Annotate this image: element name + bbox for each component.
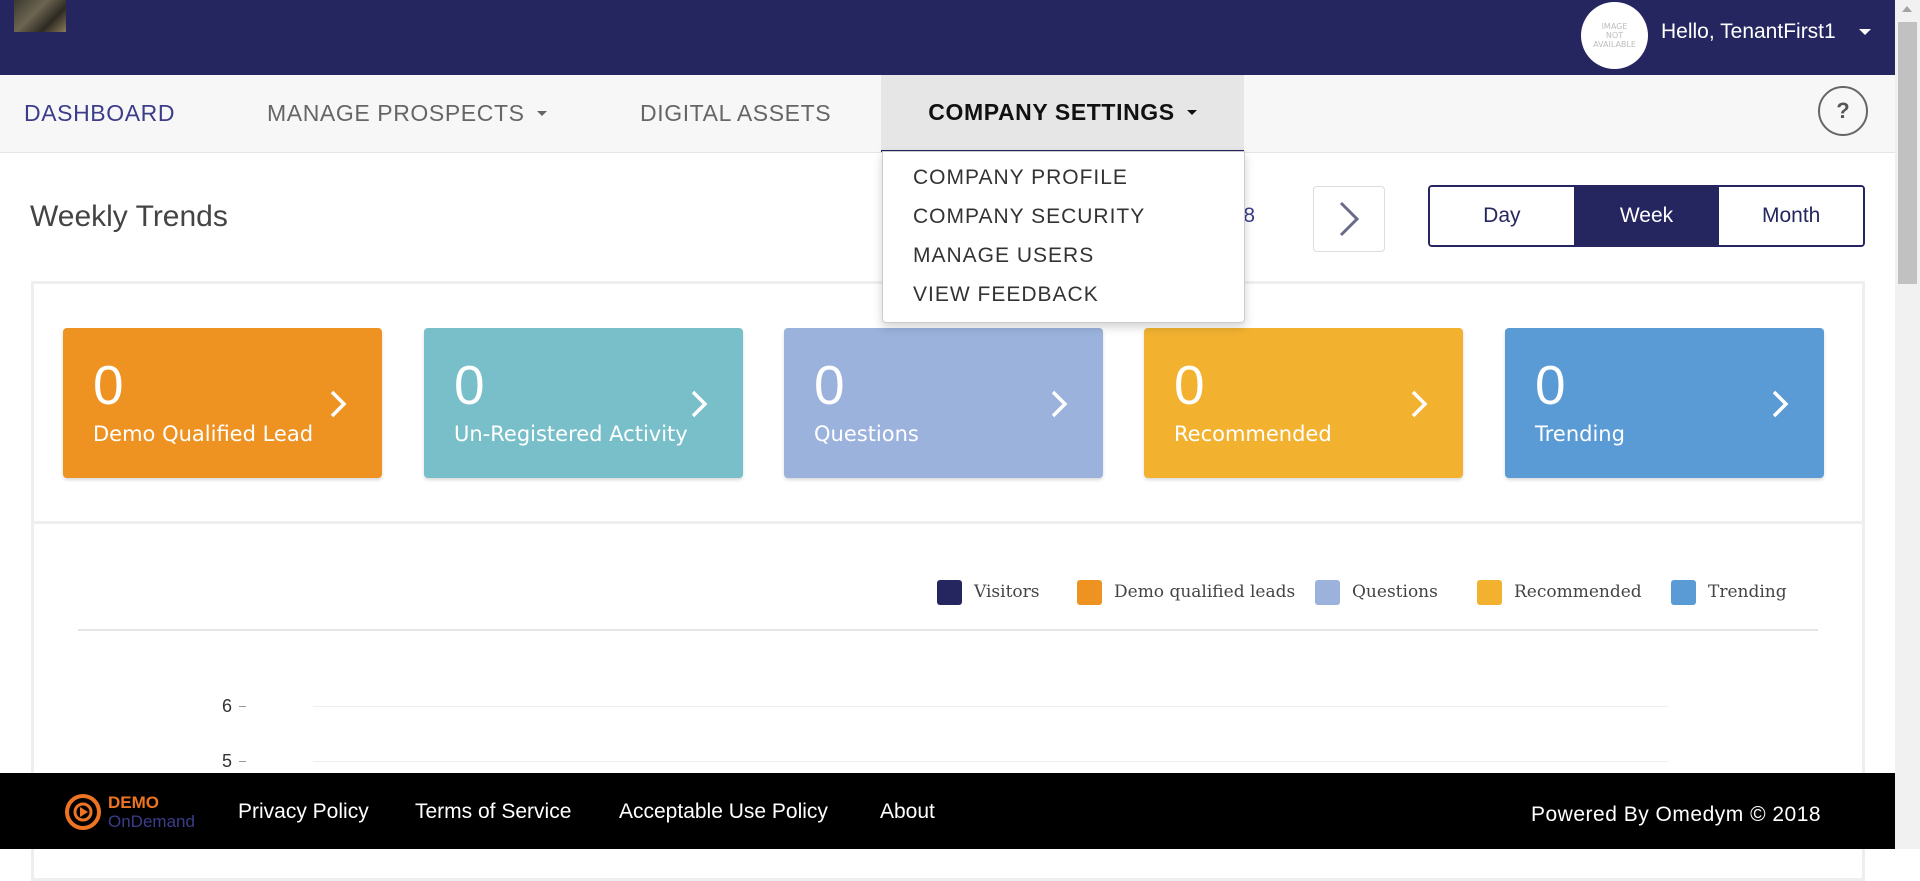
chevron-down-icon (1186, 110, 1197, 115)
chart-gridline (313, 761, 1668, 762)
footer-logo-text: DEMO OnDemand (108, 793, 195, 831)
avatar[interactable]: IMAGE NOT AVAILABLE (1581, 2, 1648, 69)
chevron-right-icon (1411, 390, 1428, 418)
user-menu-toggle[interactable]: Hello, TenantFirst1 (1661, 20, 1836, 44)
nav-manage-prospects-label: MANAGE PROSPECTS (267, 100, 525, 126)
menu-item-company-profile[interactable]: COMPANY PROFILE (913, 166, 1128, 190)
card-label: Questions (814, 422, 919, 446)
legend-swatch (937, 579, 962, 605)
period-week-button[interactable]: Week (1574, 187, 1720, 245)
page-title: Weekly Trends (30, 200, 228, 233)
legend-item-recommended[interactable]: Recommended (1477, 579, 1642, 605)
chevron-right-icon (1051, 390, 1068, 418)
main-nav: DASHBOARD MANAGE PROSPECTS DIGITAL ASSET… (0, 75, 1895, 153)
chevron-down-icon[interactable] (1859, 29, 1871, 35)
top-bar: IMAGE NOT AVAILABLE Hello, TenantFirst1 (0, 0, 1895, 75)
period-day-button[interactable]: Day (1430, 187, 1575, 245)
card-count: 0 (1535, 354, 1566, 416)
nav-dashboard-label: DASHBOARD (24, 100, 176, 126)
card-label: Trending (1535, 422, 1625, 446)
avatar-placeholder-text: IMAGE NOT AVAILABLE (1593, 22, 1636, 49)
nav-digital-assets[interactable]: DIGITAL ASSETS (640, 75, 831, 152)
legend-item-visitors[interactable]: Visitors (937, 579, 1040, 605)
footer-logo[interactable]: DEMO OnDemand (64, 793, 195, 831)
footer-link-about[interactable]: About (880, 800, 935, 824)
section-divider (34, 521, 1862, 524)
next-period-button[interactable] (1313, 186, 1385, 252)
legend-swatch (1477, 579, 1502, 605)
card-count: 0 (1174, 354, 1205, 416)
card-recommended[interactable]: 0 Recommended (1144, 328, 1463, 478)
demo-ondemand-logo-icon (65, 794, 101, 830)
card-questions[interactable]: 0 Questions (784, 328, 1103, 478)
card-label: Recommended (1174, 422, 1332, 446)
menu-item-manage-users[interactable]: MANAGE USERS (913, 244, 1094, 268)
legend-label: Demo qualified leads (1114, 582, 1296, 602)
card-count: 0 (454, 354, 485, 416)
y-axis-tick-label: 6 (222, 696, 233, 716)
menu-item-view-feedback[interactable]: VIEW FEEDBACK (913, 283, 1099, 307)
footer-link-acceptable-use[interactable]: Acceptable Use Policy (619, 800, 828, 824)
card-label: Demo Qualified Lead (93, 422, 314, 446)
legend-swatch (1315, 579, 1340, 605)
scroll-up-arrow-icon[interactable] (1902, 6, 1912, 12)
period-month-button[interactable]: Month (1719, 187, 1863, 245)
chevron-down-icon (536, 111, 547, 116)
card-count: 0 (814, 354, 845, 416)
nav-company-settings-label: COMPANY SETTINGS (928, 99, 1175, 125)
menu-item-company-security[interactable]: COMPANY SECURITY (913, 205, 1145, 229)
footer-link-privacy[interactable]: Privacy Policy (238, 800, 369, 824)
footer-logo-ondemand: OnDemand (108, 812, 195, 831)
nav-company-settings[interactable]: COMPANY SETTINGS (881, 75, 1244, 152)
card-trending[interactable]: 0 Trending (1505, 328, 1824, 478)
legend-label: Visitors (974, 582, 1040, 602)
card-count: 0 (93, 354, 124, 416)
help-icon: ? (1836, 98, 1850, 123)
legend-label: Trending (1708, 582, 1787, 602)
chevron-right-icon (330, 390, 347, 418)
legend-swatch (1077, 579, 1102, 605)
nav-manage-prospects[interactable]: MANAGE PROSPECTS (267, 75, 547, 152)
chevron-right-icon (691, 390, 708, 418)
card-unregistered-activity[interactable]: 0 Un-Registered Activity (424, 328, 743, 478)
legend-divider (78, 629, 1818, 631)
chart-gridline (313, 706, 1668, 707)
legend-label: Questions (1352, 582, 1438, 602)
period-toggle-group: Day Week Month (1428, 185, 1865, 247)
company-settings-dropdown: COMPANY PROFILE COMPANY SECURITY MANAGE … (882, 151, 1245, 323)
chevron-right-icon (1772, 390, 1789, 418)
footer-logo-demo: DEMO (108, 793, 159, 812)
legend-label: Recommended (1514, 582, 1642, 602)
legend-item-questions[interactable]: Questions (1315, 579, 1438, 605)
footer: DEMO OnDemand Privacy Policy Terms of Se… (0, 773, 1895, 849)
card-demo-qualified-lead[interactable]: 0 Demo Qualified Lead (63, 328, 382, 478)
footer-link-terms[interactable]: Terms of Service (415, 800, 571, 824)
nav-dashboard[interactable]: DASHBOARD (24, 75, 175, 152)
legend-swatch (1671, 579, 1696, 605)
nav-digital-assets-label: DIGITAL ASSETS (640, 100, 832, 126)
company-logo[interactable] (14, 0, 66, 32)
chevron-right-icon (1339, 201, 1360, 237)
scrollbar-thumb[interactable] (1898, 22, 1917, 284)
y-axis-tick (239, 706, 246, 707)
help-button[interactable]: ? (1818, 86, 1868, 136)
legend-item-demo-qualified-leads[interactable]: Demo qualified leads (1077, 579, 1295, 605)
card-label: Un-Registered Activity (454, 422, 688, 446)
y-axis-tick (239, 761, 246, 762)
y-axis-tick-label: 5 (222, 751, 233, 771)
powered-by-text: Powered By Omedym © 2018 (1531, 803, 1822, 826)
legend-item-trending[interactable]: Trending (1671, 579, 1787, 605)
